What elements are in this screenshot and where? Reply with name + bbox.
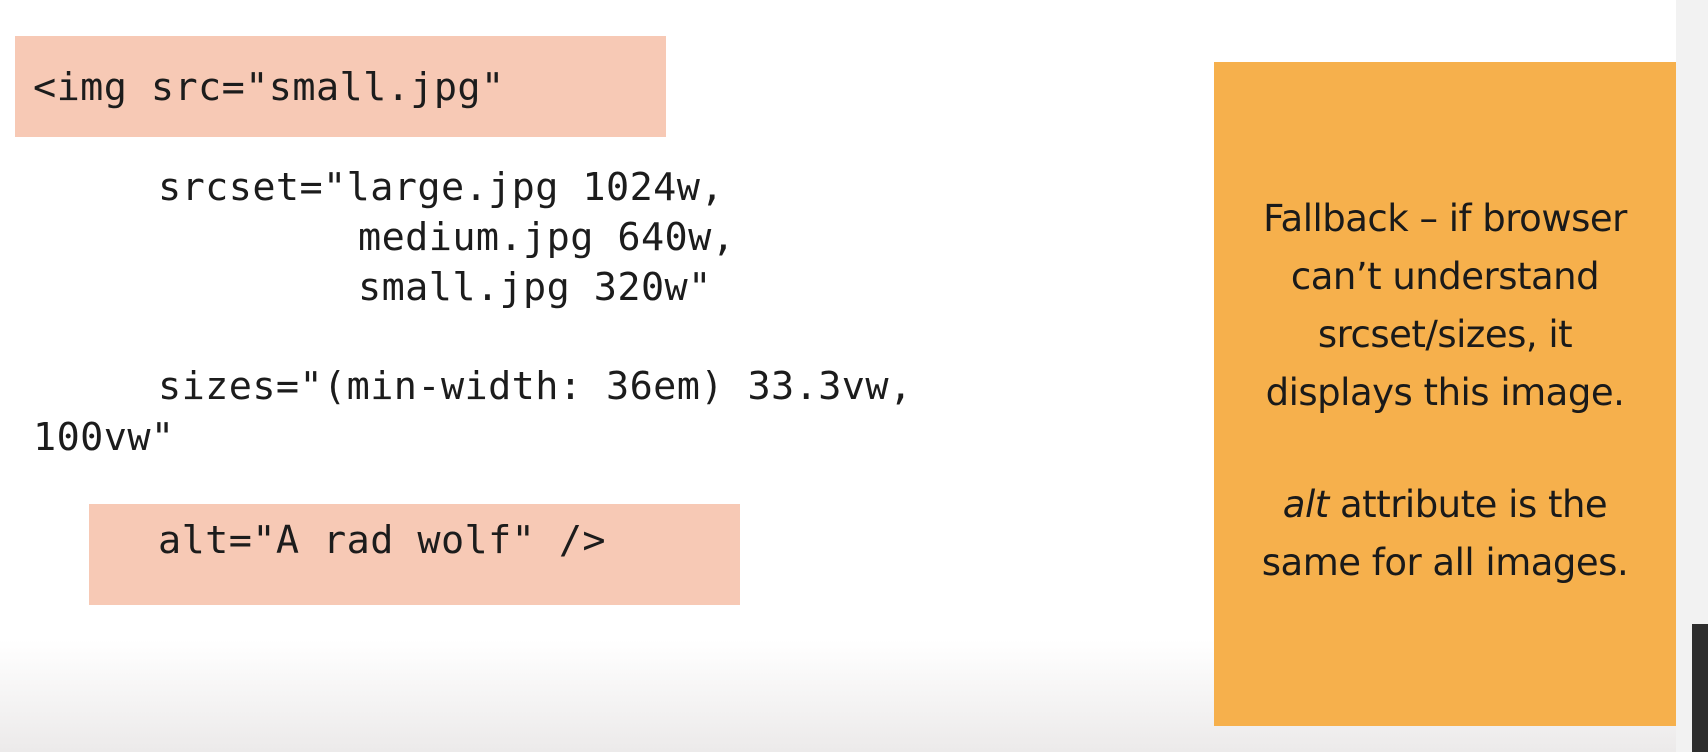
- note-line-1: Fallback – if browser: [1263, 197, 1627, 240]
- code-line-srcset-2: medium.jpg 640w,: [358, 215, 736, 260]
- note-line-6: same for all images.: [1261, 541, 1629, 584]
- note-line-5-rest: attribute is the: [1328, 483, 1608, 526]
- note-line-5: alt attribute is the: [1214, 476, 1676, 534]
- code-line-srcset-1: srcset="large.jpg 1024w,: [158, 165, 724, 210]
- code-line-sizes-1: sizes="(min-width: 36em) 33.3vw,: [158, 364, 913, 409]
- note-line-2: can’t understand: [1290, 255, 1600, 298]
- fallback-note-box: Fallback – if browser can’t understand s…: [1214, 62, 1676, 726]
- slide: <img src="small.jpg" srcset="large.jpg 1…: [0, 0, 1708, 752]
- code-line-srcset-3: small.jpg 320w": [358, 265, 712, 310]
- note-line-4: displays this image.: [1265, 371, 1625, 414]
- scroll-thumb[interactable]: [1692, 624, 1708, 752]
- alt-keyword: alt: [1282, 483, 1329, 526]
- note-line-3: srcset/sizes, it: [1317, 313, 1573, 356]
- code-line-img-src: <img src="small.jpg": [33, 65, 505, 110]
- code-line-sizes-2: 100vw": [33, 415, 175, 460]
- code-line-alt: alt="A rad wolf" />: [158, 518, 607, 563]
